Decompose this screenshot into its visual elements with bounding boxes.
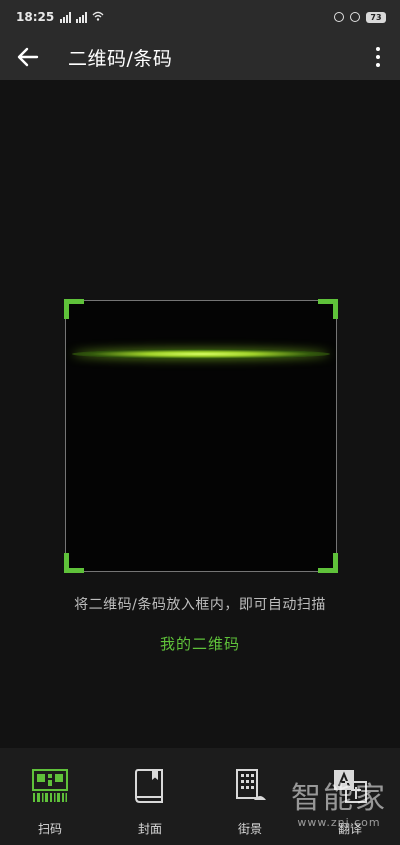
tab-street-view[interactable]: 街景: [200, 748, 300, 845]
my-qr-code-link[interactable]: 我的二维码: [0, 633, 400, 654]
more-vertical-icon: [376, 47, 380, 51]
vpn-icon: [334, 12, 344, 22]
tab-label: 扫码: [37, 822, 62, 836]
status-time: 18:25: [16, 10, 55, 24]
tab-label: 翻译: [337, 822, 362, 836]
status-right: 73: [334, 11, 386, 23]
arrow-left-icon: [17, 47, 39, 67]
more-options-button[interactable]: [356, 34, 400, 80]
scan-screen: 18:25 73 二维码/条码 将二维码/条码放入框内，即可自动扫描 我的二维码…: [0, 0, 400, 845]
bottom-tab-bar: 扫码 封面 街景 翻译: [0, 748, 400, 845]
battery-icon: 73: [366, 11, 386, 23]
frame-corner: [64, 553, 84, 573]
translate-icon: [330, 766, 370, 806]
frame-corner: [318, 553, 338, 573]
tab-label: 封面: [137, 822, 162, 836]
signal-icon: [76, 11, 88, 23]
scan-hint: 将二维码/条码放入框内，即可自动扫描: [74, 597, 326, 613]
street-view-icon: [230, 766, 270, 806]
wifi-icon: [92, 10, 104, 24]
status-bar: 18:25 73: [0, 0, 400, 34]
qr-scan-icon: [30, 766, 70, 806]
scan-line: [72, 349, 330, 359]
toolbar: 二维码/条码: [0, 34, 400, 80]
scan-frame: [64, 299, 338, 573]
back-button[interactable]: [0, 34, 56, 80]
tab-translate[interactable]: 翻译: [300, 748, 400, 845]
tab-label: 街景: [237, 822, 262, 836]
tab-scan[interactable]: 扫码: [0, 748, 100, 845]
book-cover-icon: [130, 766, 170, 806]
frame-corner: [64, 299, 84, 319]
page-title: 二维码/条码: [68, 47, 173, 70]
alarm-icon: [350, 12, 360, 22]
signal-icon: [60, 11, 72, 23]
frame-corner: [318, 299, 338, 319]
tab-cover[interactable]: 封面: [100, 748, 200, 845]
